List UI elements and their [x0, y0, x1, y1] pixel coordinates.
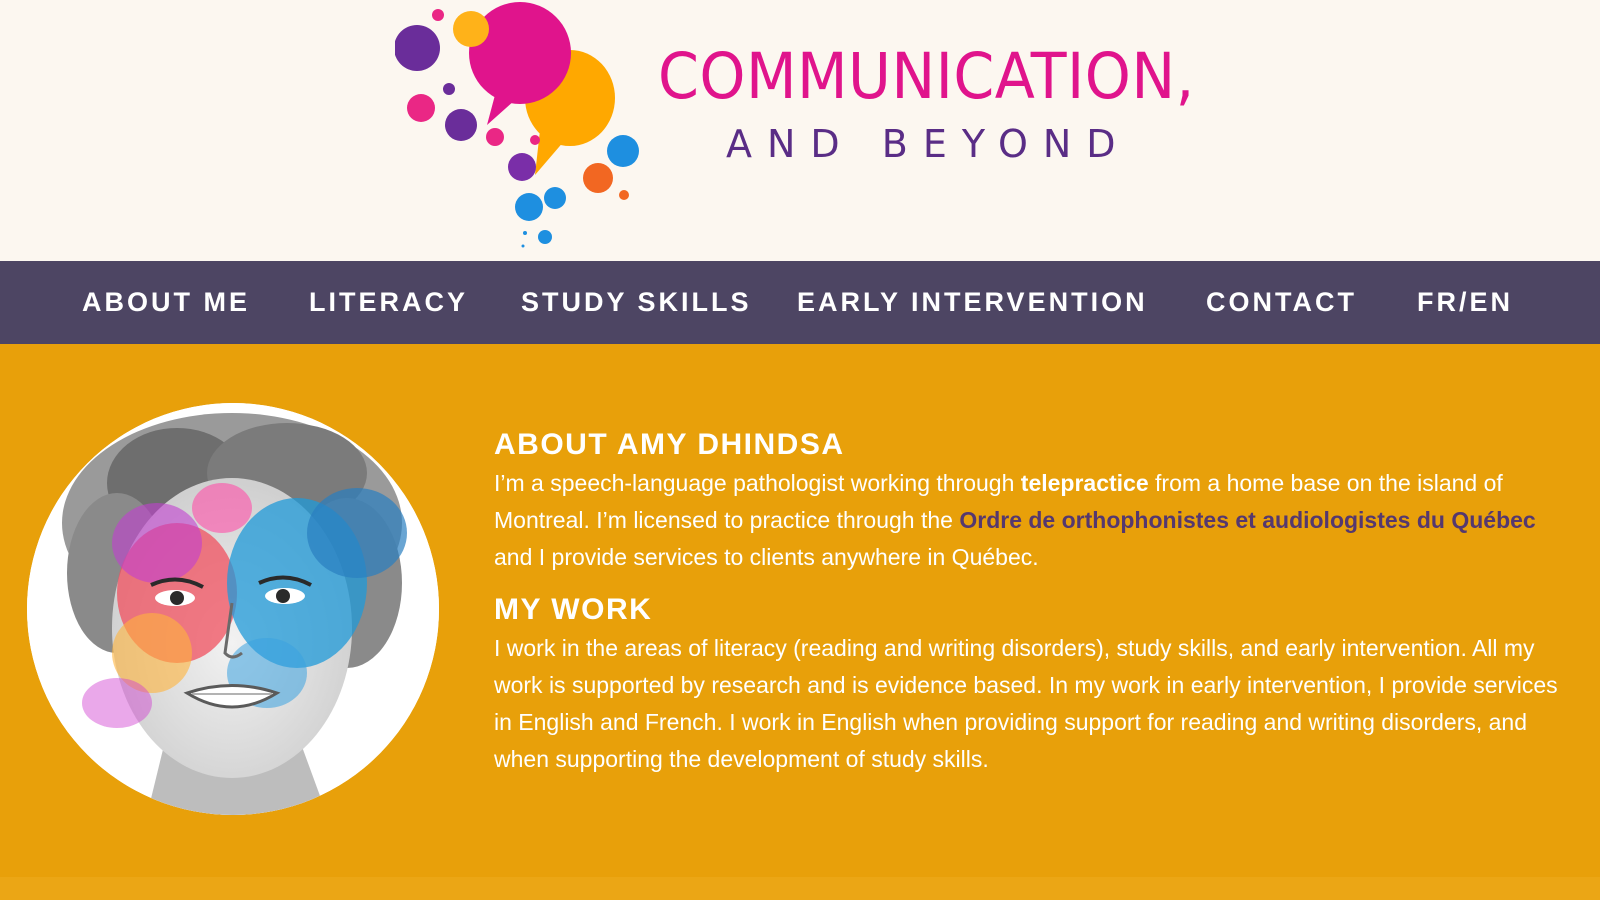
- about-paragraph: I’m a speech-language pathologist workin…: [494, 465, 1569, 576]
- watercolor-portrait-icon: [27, 403, 439, 815]
- nav-item-about-me[interactable]: ABOUT ME: [82, 261, 250, 344]
- nav-item-contact[interactable]: CONTACT: [1206, 261, 1357, 344]
- logo-subtitle: AND BEYOND: [726, 122, 1131, 166]
- nav-item-literacy[interactable]: LITERACY: [309, 261, 468, 344]
- footer-strip: [0, 877, 1600, 900]
- site-header: COMMUNICATION, AND BEYOND: [0, 0, 1600, 261]
- logo-title: COMMUNICATION,: [658, 40, 1195, 113]
- portrait-image: [27, 403, 439, 815]
- about-text-1: I’m a speech-language pathologist workin…: [494, 470, 1021, 496]
- work-paragraph: I work in the areas of literacy (reading…: [494, 635, 1558, 772]
- language-toggle[interactable]: FR/EN: [1417, 261, 1513, 344]
- speech-bubbles-logo-icon: [395, 2, 639, 248]
- main-nav: ABOUT ME LITERACY STUDY SKILLS EARLY INT…: [0, 261, 1600, 344]
- nav-item-study-skills[interactable]: STUDY SKILLS: [521, 261, 752, 344]
- work-heading: MY WORK: [494, 593, 653, 626]
- telepractice-bold: telepractice: [1020, 470, 1149, 496]
- about-section: ABOUT AMY DHINDSA I’m a speech-language …: [494, 425, 1569, 778]
- nav-item-early-intervention[interactable]: EARLY INTERVENTION: [797, 261, 1148, 344]
- ordre-link[interactable]: Ordre de orthophonistes et audiologistes…: [959, 507, 1535, 533]
- about-heading: ABOUT AMY DHINDSA: [494, 428, 845, 461]
- about-text-3: and I provide services to clients anywhe…: [494, 544, 1039, 570]
